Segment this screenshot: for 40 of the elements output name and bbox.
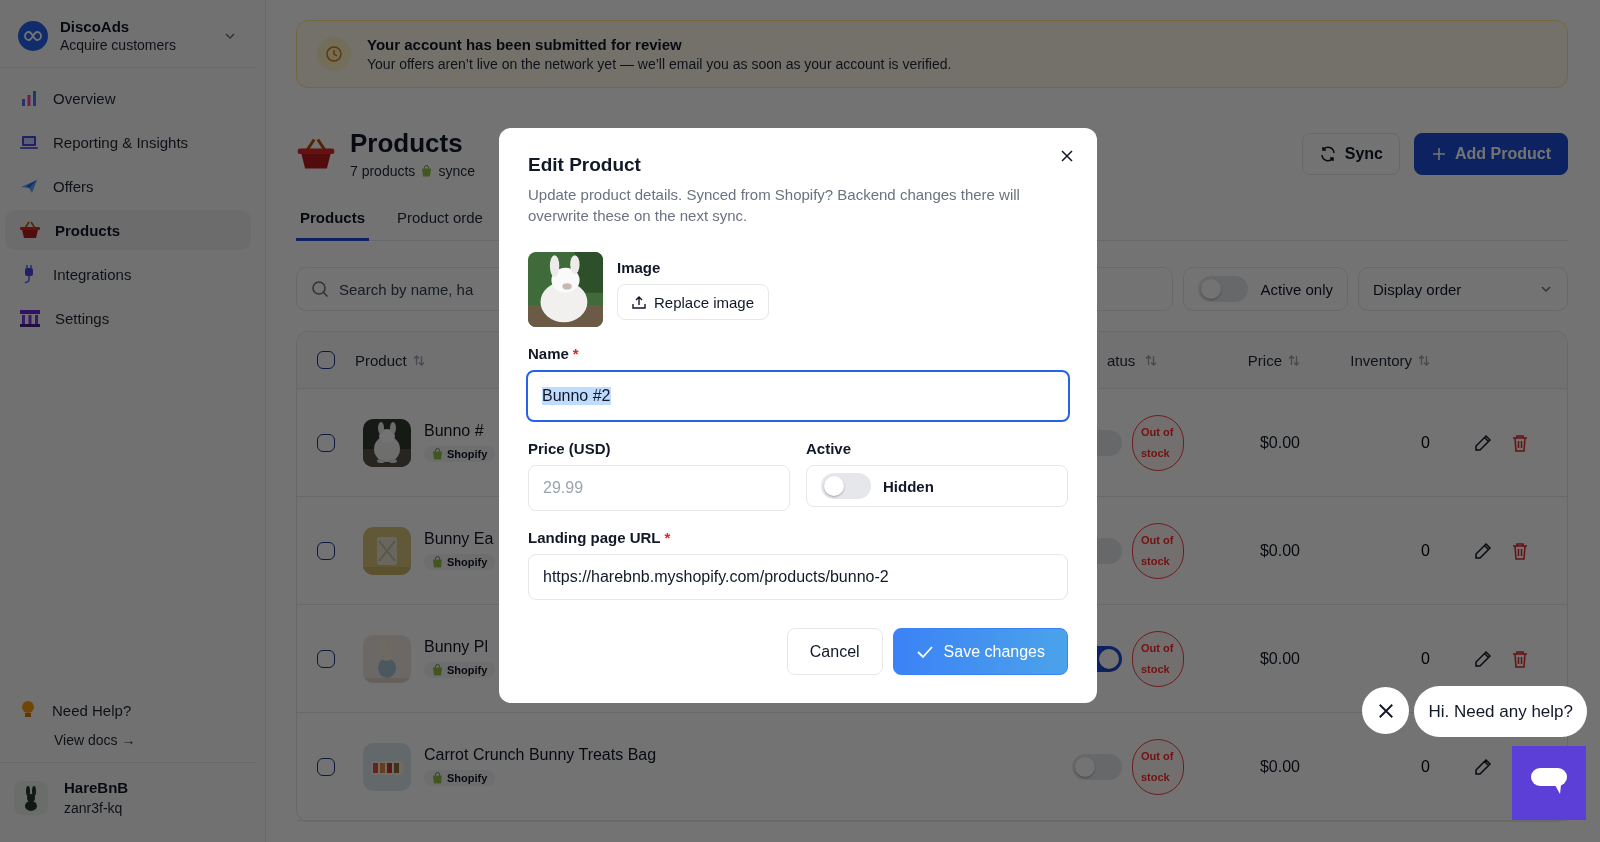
brand-name: DiscoAds — [60, 18, 131, 35]
price-cell-text: $0.00 — [1258, 757, 1300, 776]
stock-badge: Out of stock — [1132, 522, 1184, 579]
product-name: Bunno # — [424, 421, 485, 440]
dialog-title: Edit Product — [528, 154, 642, 176]
sync-status: synce — [438, 163, 475, 179]
inventory-cell-text: 0 — [1420, 757, 1430, 776]
stock-badge: Out of stock — [1132, 414, 1184, 471]
visibility-status: Hidden — [883, 477, 934, 495]
field-label: Price (USD) — [528, 440, 612, 457]
source-badge: Shopify — [424, 553, 496, 570]
image-label: Image — [617, 259, 662, 276]
source-badge: Shopify — [424, 445, 496, 462]
account-name: HareBnB — [64, 779, 129, 796]
inventory-cell-text: 0 — [1420, 541, 1430, 560]
source-badge: Shopify — [424, 769, 496, 786]
chat-bubble: Hi. Need any help? — [1414, 686, 1587, 737]
inventory-cell-text: 0 — [1420, 433, 1430, 452]
field-label: Active — [806, 440, 853, 457]
price-cell-text: $0.00 — [1258, 649, 1300, 668]
price-cell-text: $0.00 — [1258, 433, 1300, 452]
product-name: Bunny Ea — [424, 529, 495, 548]
brand-tagline: Acquire customers — [60, 37, 177, 53]
product-name: Carrot Crunch Bunny Treats Bag — [424, 745, 657, 764]
page-title: Products — [350, 128, 464, 159]
active-only-label: Active only — [1260, 280, 1333, 298]
banner-title: Your account has been submitted for review — [367, 36, 683, 53]
product-count: 7 products — [350, 163, 416, 179]
stock-badge: Out of stock — [1132, 738, 1184, 795]
help-title: Need Help? — [52, 701, 132, 719]
field-label: Name * — [528, 345, 580, 362]
banner-message: Your offers aren’t live on the network yet — we’ll email you as soon as your account is verified. — [367, 56, 952, 72]
field-label: Landing page URL * — [528, 529, 672, 546]
product-name: Bunny Pl — [424, 637, 490, 656]
stock-badge: Out of stock — [1132, 630, 1184, 687]
price-cell-text: $0.00 — [1258, 541, 1300, 560]
account-handle: zanr3f-kq — [64, 800, 124, 816]
dialog-description: Update product details. Synced from Shopify? Backend changes there will overwrite these on the next sync. — [528, 185, 1021, 226]
inventory-cell-text: 0 — [1420, 649, 1430, 668]
source-badge: Shopify — [424, 661, 496, 678]
